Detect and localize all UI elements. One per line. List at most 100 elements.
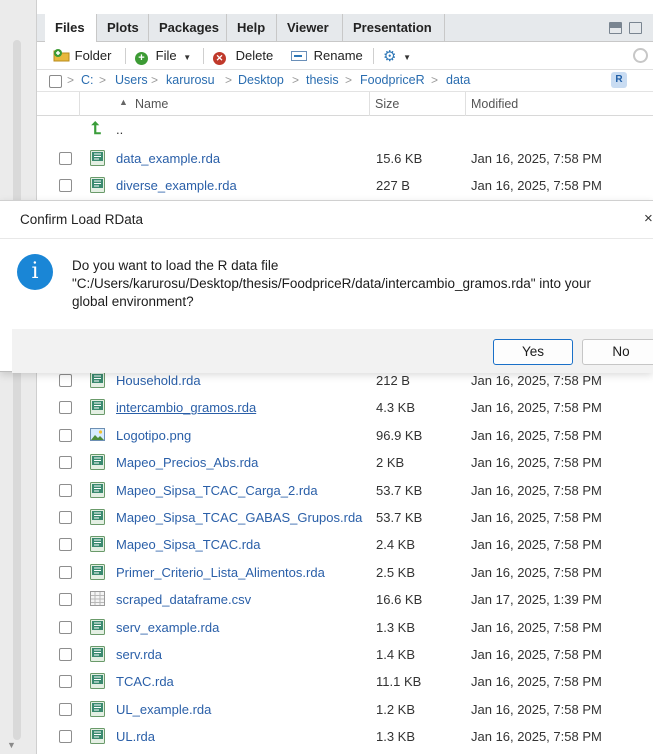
row-checkbox[interactable] — [59, 152, 72, 165]
delete-label: Delete — [235, 48, 274, 63]
file-name-link[interactable]: intercambio_gramos.rda — [116, 400, 256, 415]
file-row[interactable]: UL_example.rda 1.2 KB Jan 16, 2025, 7:58 P… — [37, 696, 653, 723]
pane-tab-bar: Files Plots Packages Help Viewer Present… — [37, 14, 653, 43]
refresh-icon[interactable] — [633, 48, 648, 63]
file-name-link[interactable]: serv_example.rda — [116, 620, 219, 635]
dialog-message: Do you want to load the R data file "C:/… — [72, 257, 647, 311]
close-icon[interactable]: × — [644, 210, 653, 227]
column-header-name[interactable]: Name — [135, 97, 168, 111]
row-checkbox[interactable] — [59, 565, 72, 579]
file-size: 1.4 KB — [376, 647, 416, 662]
column-header-size[interactable]: Size — [375, 97, 399, 111]
row-checkbox[interactable] — [59, 401, 72, 415]
file-row[interactable]: UL.rda 1.3 KB Jan 16, 2025, 7:58 PM — [37, 723, 653, 750]
rename-label: Rename — [313, 48, 363, 63]
tab-packages[interactable]: Packages — [149, 14, 227, 42]
maximize-pane-icon[interactable] — [629, 22, 642, 34]
breadcrumb-item-c[interactable]: C: — [81, 73, 94, 87]
tab-help[interactable]: Help — [227, 14, 277, 42]
row-checkbox[interactable] — [59, 374, 72, 387]
row-checkbox[interactable] — [59, 593, 72, 607]
file-name-link[interactable]: Logotipo.png — [116, 428, 191, 443]
file-row[interactable]: Logotipo.png 96.9 KB Jan 16, 2025, 7:58 PM — [37, 422, 653, 449]
tab-viewer[interactable]: Viewer — [277, 14, 343, 42]
up-level-icon: ⮤ — [91, 119, 102, 138]
file-name-link[interactable]: data_example.rda — [116, 151, 220, 166]
row-checkbox[interactable] — [59, 456, 72, 470]
file-modified: Jan 16, 2025, 7:58 PM — [471, 647, 602, 662]
tab-plots[interactable]: Plots — [97, 14, 149, 42]
row-checkbox[interactable] — [59, 511, 72, 524]
tab-presentation[interactable]: Presentation — [343, 14, 445, 42]
breadcrumb-item-desktop[interactable]: Desktop — [238, 73, 284, 87]
row-checkbox[interactable] — [59, 648, 72, 661]
file-size: 2.4 KB — [376, 537, 416, 553]
file-row[interactable]: Mapeo_Sipsa_TCAC_GABAS_Grupos.rda 53.7 KB… — [37, 504, 653, 531]
new-folder-icon — [53, 49, 70, 62]
file-modified: Jan 16, 2025, 7:58 PM — [471, 564, 602, 580]
file-name-link[interactable]: UL.rda — [116, 729, 155, 744]
rdata-icon — [90, 535, 105, 553]
row-checkbox[interactable] — [59, 428, 72, 442]
file-row[interactable]: serv.rda 1.4 KB Jan 16, 2025, 7:58 PM — [37, 641, 653, 668]
row-checkbox[interactable] — [59, 538, 72, 552]
file-name-link[interactable]: TCAC.rda — [116, 674, 174, 689]
delete-button[interactable]: ✕ Delete — [213, 47, 273, 65]
file-row[interactable]: intercambio_gramos.rda 4.3 KB Jan 16, 2025… — [37, 394, 653, 421]
row-checkbox[interactable] — [59, 675, 72, 689]
no-button[interactable]: No — [582, 339, 653, 365]
file-row[interactable]: Mapeo_Precios_Abs.rda 2 KB Jan 16, 2025, 7… — [37, 449, 653, 476]
file-modified: Jan 16, 2025, 7:58 PM — [471, 674, 602, 690]
vertical-scrollbar[interactable] — [13, 40, 21, 740]
breadcrumb-item-data[interactable]: data — [446, 73, 470, 87]
breadcrumb-item-foodpricer[interactable]: FoodpriceR — [360, 73, 425, 87]
file-row[interactable]: Primer_Criterio_Lista_Alimentos.rda 2.5 K… — [37, 559, 653, 586]
file-name-link[interactable]: Mapeo_Precios_Abs.rda — [116, 455, 258, 470]
tab-files[interactable]: Files — [45, 14, 97, 43]
file-row[interactable]: Mapeo_Sipsa_TCAC.rda 2.4 KB Jan 16, 2025, … — [37, 531, 653, 558]
file-name-link[interactable]: Mapeo_Sipsa_TCAC_Carga_2.rda — [116, 483, 318, 498]
new-folder-label: Folder — [74, 48, 112, 63]
file-name-link[interactable]: Household.rda — [116, 373, 201, 388]
file-row[interactable]: TCAC.rda 11.1 KB Jan 16, 2025, 7:58 PM — [37, 668, 653, 695]
rdata-icon — [90, 618, 105, 635]
more-options-button[interactable]: ⚙ ▼ — [383, 47, 411, 65]
file-row[interactable]: serv_example.rda 1.3 KB Jan 16, 2025, 7:58… — [37, 614, 653, 641]
file-name-link[interactable]: serv.rda — [116, 647, 162, 662]
file-name-link[interactable]: UL_example.rda — [116, 702, 211, 717]
row-checkbox[interactable] — [59, 483, 72, 497]
file-row[interactable]: scraped_dataframe.csv 16.6 KB Jan 17, 2025… — [37, 586, 653, 613]
row-checkbox[interactable] — [59, 702, 72, 716]
row-checkbox[interactable] — [59, 179, 72, 193]
file-size: 2 KB — [376, 455, 405, 471]
r-project-icon[interactable]: R — [611, 72, 627, 88]
parent-directory-row[interactable]: ⮤ .. — [37, 116, 653, 143]
new-file-button[interactable]: + File ▼ — [135, 47, 191, 65]
toolbar-divider — [125, 48, 126, 64]
parent-directory-label: .. — [116, 122, 124, 137]
new-folder-button[interactable]: Folder — [53, 47, 111, 65]
rename-button[interactable]: Rename — [291, 47, 363, 65]
yes-button[interactable]: Yes — [493, 339, 573, 365]
file-name-link[interactable]: Mapeo_Sipsa_TCAC.rda — [116, 537, 261, 552]
minimize-pane-icon[interactable] — [609, 22, 622, 34]
column-header-modified[interactable]: Modified — [471, 97, 518, 111]
file-row[interactable]: diverse_example.rda 227 B Jan 16, 2025, 7:… — [37, 172, 653, 199]
scroll-down-arrow-icon[interactable]: ▼ — [7, 740, 16, 750]
breadcrumb-item-users[interactable]: Users — [115, 73, 148, 87]
toolbar-divider — [373, 48, 374, 64]
file-name-link[interactable]: Primer_Criterio_Lista_Alimentos.rda — [116, 565, 325, 580]
column-divider — [79, 92, 80, 116]
breadcrumb-item-karurosu[interactable]: karurosu — [166, 73, 215, 87]
file-row[interactable]: Mapeo_Sipsa_TCAC_Carga_2.rda 53.7 KB Jan 1… — [37, 477, 653, 504]
file-row[interactable]: data_example.rda 15.6 KB Jan 16, 2025, 7:5… — [37, 145, 653, 172]
row-checkbox[interactable] — [59, 730, 72, 744]
row-checkbox[interactable] — [59, 620, 72, 634]
file-name-link[interactable]: diverse_example.rda — [116, 178, 237, 193]
breadcrumb-separator-icon: > — [225, 73, 233, 87]
select-all-checkbox[interactable] — [49, 75, 62, 88]
file-name-link[interactable]: Mapeo_Sipsa_TCAC_GABAS_Grupos.rda — [116, 510, 362, 525]
breadcrumb-item-thesis[interactable]: thesis — [306, 73, 339, 87]
file-modified: Jan 16, 2025, 7:58 PM — [471, 373, 602, 388]
file-name-link[interactable]: scraped_dataframe.csv — [116, 592, 251, 607]
